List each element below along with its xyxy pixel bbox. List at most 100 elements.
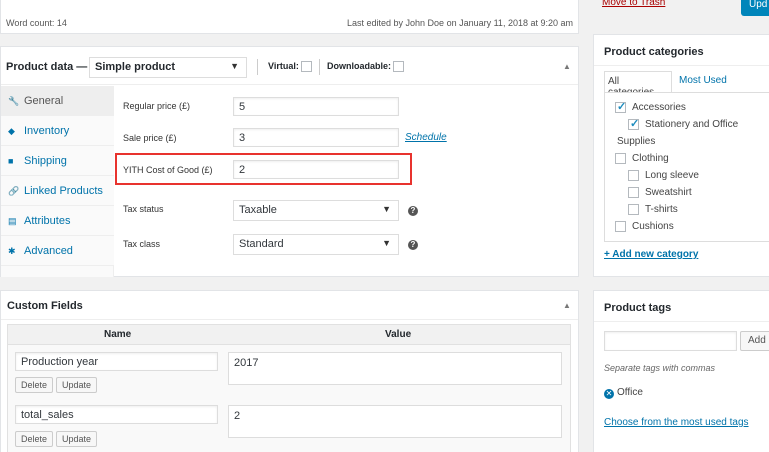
tab-label: Linked Products bbox=[24, 185, 103, 197]
tab-label: Advanced bbox=[24, 245, 73, 257]
regular-price-label: Regular price (£) bbox=[123, 101, 191, 111]
downloadable-checkbox[interactable] bbox=[393, 61, 404, 72]
product-type-select[interactable]: Simple product ▼ bbox=[89, 57, 247, 78]
tax-status-label: Tax status bbox=[123, 204, 164, 214]
panel-divider bbox=[594, 321, 769, 322]
custom-fields-table: Name Value 2017 Delete Update 2 Delete U… bbox=[7, 324, 571, 452]
chevron-down-icon: ▼ bbox=[382, 238, 391, 248]
tab-label: Inventory bbox=[24, 125, 70, 137]
tab-label: Shipping bbox=[24, 155, 67, 167]
category-checkbox[interactable] bbox=[628, 170, 639, 181]
category-label: Long sleeve bbox=[645, 170, 699, 181]
tax-status-select[interactable]: Taxable ▼ bbox=[233, 200, 399, 221]
product-data-panel: Product data — Simple product ▼ Virtual:… bbox=[0, 46, 579, 277]
list-icon: ▤ bbox=[8, 216, 17, 226]
tag-label: Office bbox=[617, 387, 643, 398]
product-type-value: Simple product bbox=[95, 61, 176, 73]
divider bbox=[257, 59, 258, 75]
product-data-tabs: 🔧 General ◆ Inventory ■ Shipping 🔗 Linked Pr… bbox=[1, 86, 114, 277]
tax-status-value: Taxable bbox=[239, 204, 277, 216]
truck-icon: ■ bbox=[8, 156, 14, 166]
category-label: Clothing bbox=[632, 153, 669, 164]
move-to-trash-link[interactable]: Move to Trash bbox=[602, 0, 665, 8]
update-button[interactable]: Upd bbox=[741, 0, 769, 16]
choose-most-used-tags-link[interactable]: Choose from the most used tags bbox=[604, 417, 749, 428]
product-data-title: Product data — bbox=[6, 61, 88, 73]
delete-button[interactable]: Delete bbox=[15, 431, 54, 447]
regular-price-input[interactable] bbox=[233, 97, 399, 116]
table-header: Name Value bbox=[8, 325, 570, 345]
category-checklist: Accessories Stationery and Office Suppli… bbox=[604, 92, 769, 242]
word-count: Word count: 14 bbox=[6, 18, 67, 28]
wrench-icon: 🔧 bbox=[8, 96, 20, 106]
chevron-down-icon: ▼ bbox=[382, 204, 391, 214]
tab-advanced[interactable]: ✱ Advanced bbox=[1, 236, 114, 266]
category-label: Accessories bbox=[632, 102, 686, 113]
tab-label: General bbox=[24, 95, 64, 107]
editor-status-bar: Word count: 14 Last edited by John Doe o… bbox=[0, 0, 579, 34]
category-checkbox[interactable] bbox=[615, 221, 626, 232]
product-categories-title: Product categories bbox=[604, 46, 704, 58]
custom-field-value-textarea[interactable]: 2 bbox=[228, 405, 562, 438]
help-icon[interactable]: ? bbox=[408, 206, 418, 216]
category-checkbox[interactable] bbox=[628, 204, 639, 215]
tax-class-label: Tax class bbox=[123, 239, 161, 249]
tab-most-used[interactable]: Most Used bbox=[679, 75, 727, 86]
remove-tag-icon[interactable]: ✕ bbox=[604, 389, 614, 399]
product-tags-panel: Product tags Add Separate tags with comm… bbox=[593, 290, 769, 452]
category-label: Supplies bbox=[617, 136, 656, 147]
category-label: Cushions bbox=[632, 221, 674, 232]
last-edited: Last edited by John Doe on January 11, 2… bbox=[347, 18, 573, 28]
product-tags-title: Product tags bbox=[604, 302, 672, 314]
collapse-toggle-icon[interactable]: ▲ bbox=[563, 301, 571, 310]
downloadable-label: Downloadable: bbox=[327, 61, 392, 71]
link-icon: 🔗 bbox=[8, 186, 20, 196]
panel-divider bbox=[594, 65, 769, 66]
column-value-header: Value bbox=[385, 329, 412, 340]
tags-hint: Separate tags with commas bbox=[604, 363, 716, 373]
custom-field-name-input[interactable] bbox=[15, 352, 218, 371]
virtual-label: Virtual: bbox=[268, 61, 299, 71]
virtual-checkbox[interactable] bbox=[301, 61, 312, 72]
category-checkbox[interactable] bbox=[615, 153, 626, 164]
custom-fields-title: Custom Fields bbox=[7, 300, 83, 312]
tab-label: Attributes bbox=[24, 215, 71, 227]
update-field-button[interactable]: Update bbox=[56, 377, 98, 393]
sale-price-label: Sale price (£) bbox=[123, 133, 177, 143]
add-new-category-link[interactable]: + Add new category bbox=[604, 249, 698, 260]
custom-field-name-input[interactable] bbox=[15, 405, 218, 424]
custom-field-value-textarea[interactable]: 2017 bbox=[228, 352, 562, 385]
update-field-button[interactable]: Update bbox=[56, 431, 98, 447]
column-name-header: Name bbox=[104, 329, 132, 340]
gear-icon: ✱ bbox=[8, 246, 16, 256]
update-button-label: Upd bbox=[749, 0, 768, 10]
add-tag-button[interactable]: Add bbox=[740, 331, 769, 351]
cost-of-good-label: YITH Cost of Good (£) bbox=[123, 165, 213, 175]
category-label: T-shirts bbox=[645, 204, 678, 215]
category-checkbox[interactable] bbox=[615, 100, 626, 113]
tab-linked-products[interactable]: 🔗 Linked Products bbox=[1, 176, 114, 206]
tab-general[interactable]: 🔧 General bbox=[1, 86, 114, 116]
collapse-toggle-icon[interactable]: ▲ bbox=[563, 62, 571, 71]
tab-shipping[interactable]: ■ Shipping bbox=[1, 146, 114, 176]
category-checkbox[interactable] bbox=[628, 117, 639, 130]
category-label: Sweatshirt bbox=[645, 187, 692, 198]
help-icon[interactable]: ? bbox=[408, 240, 418, 250]
delete-button[interactable]: Delete bbox=[15, 377, 54, 393]
chevron-down-icon: ▼ bbox=[230, 61, 239, 71]
tax-class-value: Standard bbox=[239, 238, 284, 250]
sale-price-input[interactable] bbox=[233, 128, 399, 147]
divider bbox=[319, 59, 320, 75]
tab-attributes[interactable]: ▤ Attributes bbox=[1, 206, 114, 236]
category-label: Stationery and Office bbox=[645, 119, 739, 130]
category-checkbox[interactable] bbox=[628, 187, 639, 198]
tag-icon: ◆ bbox=[8, 126, 15, 136]
tab-inventory[interactable]: ◆ Inventory bbox=[1, 116, 114, 146]
product-categories-panel: Product categories All categories Most U… bbox=[593, 34, 769, 277]
tax-class-select[interactable]: Standard ▼ bbox=[233, 234, 399, 255]
tag-input[interactable] bbox=[604, 331, 737, 351]
product-data-header: Product data — Simple product ▼ Virtual:… bbox=[1, 47, 578, 85]
tab-all-categories[interactable]: All categories bbox=[604, 71, 672, 98]
cost-of-good-input[interactable] bbox=[233, 160, 399, 179]
schedule-link[interactable]: Schedule bbox=[405, 132, 447, 143]
